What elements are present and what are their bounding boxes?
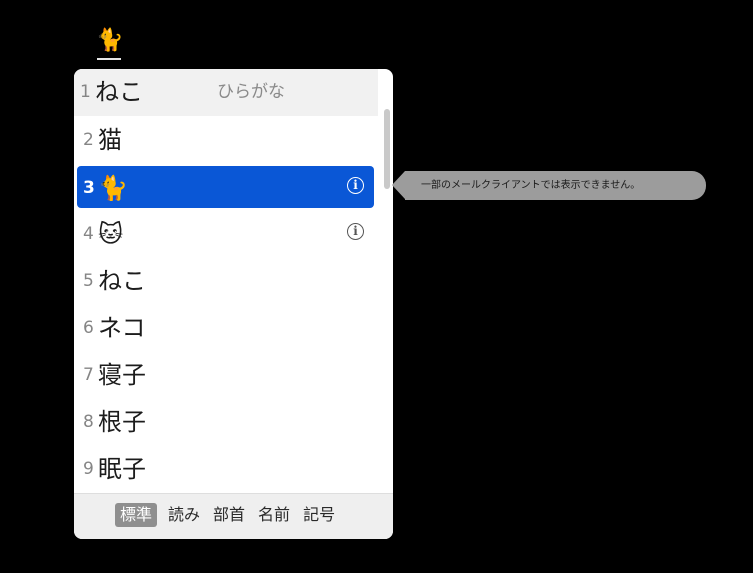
tab-reading[interactable]: 読み: [166, 503, 202, 527]
tab-name[interactable]: 名前: [256, 503, 292, 527]
candidate-row-1[interactable]: 1 ねこ ひらがな: [74, 69, 378, 116]
candidate-number: 3: [83, 178, 95, 198]
candidate-text: 🐈: [98, 174, 128, 202]
info-icon[interactable]: i: [347, 223, 364, 240]
candidate-number: 8: [83, 412, 94, 432]
candidate-number: 2: [83, 130, 94, 150]
composition-text: 🐈: [96, 28, 124, 62]
candidate-row-5[interactable]: 5 ねこ: [77, 259, 374, 301]
candidate-row-9[interactable]: 9 眠子: [77, 447, 374, 489]
candidate-number: 4: [83, 224, 94, 244]
candidate-number: 5: [83, 271, 94, 291]
candidate-text: 猫: [98, 126, 122, 154]
composition-cat-emoji: 🐈: [96, 28, 124, 53]
candidate-row-7[interactable]: 7 寝子: [77, 353, 374, 395]
candidate-text: 🐱: [98, 220, 124, 248]
candidate-number: 1: [80, 82, 91, 102]
candidate-window: 1 ねこ ひらがな 2 猫 3 🐈 i 4 🐱 i 5 ねこ 6 ネコ 7 寝子…: [74, 69, 393, 539]
info-icon[interactable]: i: [347, 177, 364, 194]
tab-symbol[interactable]: 記号: [301, 503, 337, 527]
candidate-row-4[interactable]: 4 🐱 i: [77, 212, 374, 254]
candidate-text: 根子: [98, 408, 146, 436]
candidate-text: 眠子: [98, 455, 146, 483]
candidate-number: 7: [83, 365, 94, 385]
candidate-row-3[interactable]: 3 🐈 i: [77, 166, 374, 208]
info-tooltip: 一部のメールクライアントでは表示できません。: [392, 171, 706, 200]
candidate-text: ネコ: [98, 314, 146, 342]
candidate-number: 9: [83, 459, 94, 479]
composition-underline: [97, 58, 121, 60]
tab-standard[interactable]: 標準: [115, 503, 158, 527]
candidate-row-2[interactable]: 2 猫: [77, 118, 374, 160]
tab-radical[interactable]: 部首: [211, 503, 247, 527]
candidate-category-bar: 標準 読み 部首 名前 記号: [74, 493, 393, 539]
screen: 🐈 1 ねこ ひらがな 2 猫 3 🐈 i 4 🐱 i 5 ねこ 6 ネコ 7 …: [0, 0, 753, 573]
candidate-text: ねこ: [95, 78, 143, 106]
scrollbar-thumb[interactable]: [384, 109, 390, 189]
candidate-type-hint: ひらがな: [217, 82, 285, 102]
candidate-number: 6: [83, 318, 94, 338]
candidate-row-6[interactable]: 6 ネコ: [77, 306, 374, 348]
candidate-row-8[interactable]: 8 根子: [77, 400, 374, 442]
candidate-text: 寝子: [98, 361, 146, 389]
candidate-text: ねこ: [98, 267, 146, 295]
tooltip-text: 一部のメールクライアントでは表示できません。: [421, 180, 641, 191]
category-tabs: 標準 読み 部首 名前 記号: [115, 503, 337, 527]
